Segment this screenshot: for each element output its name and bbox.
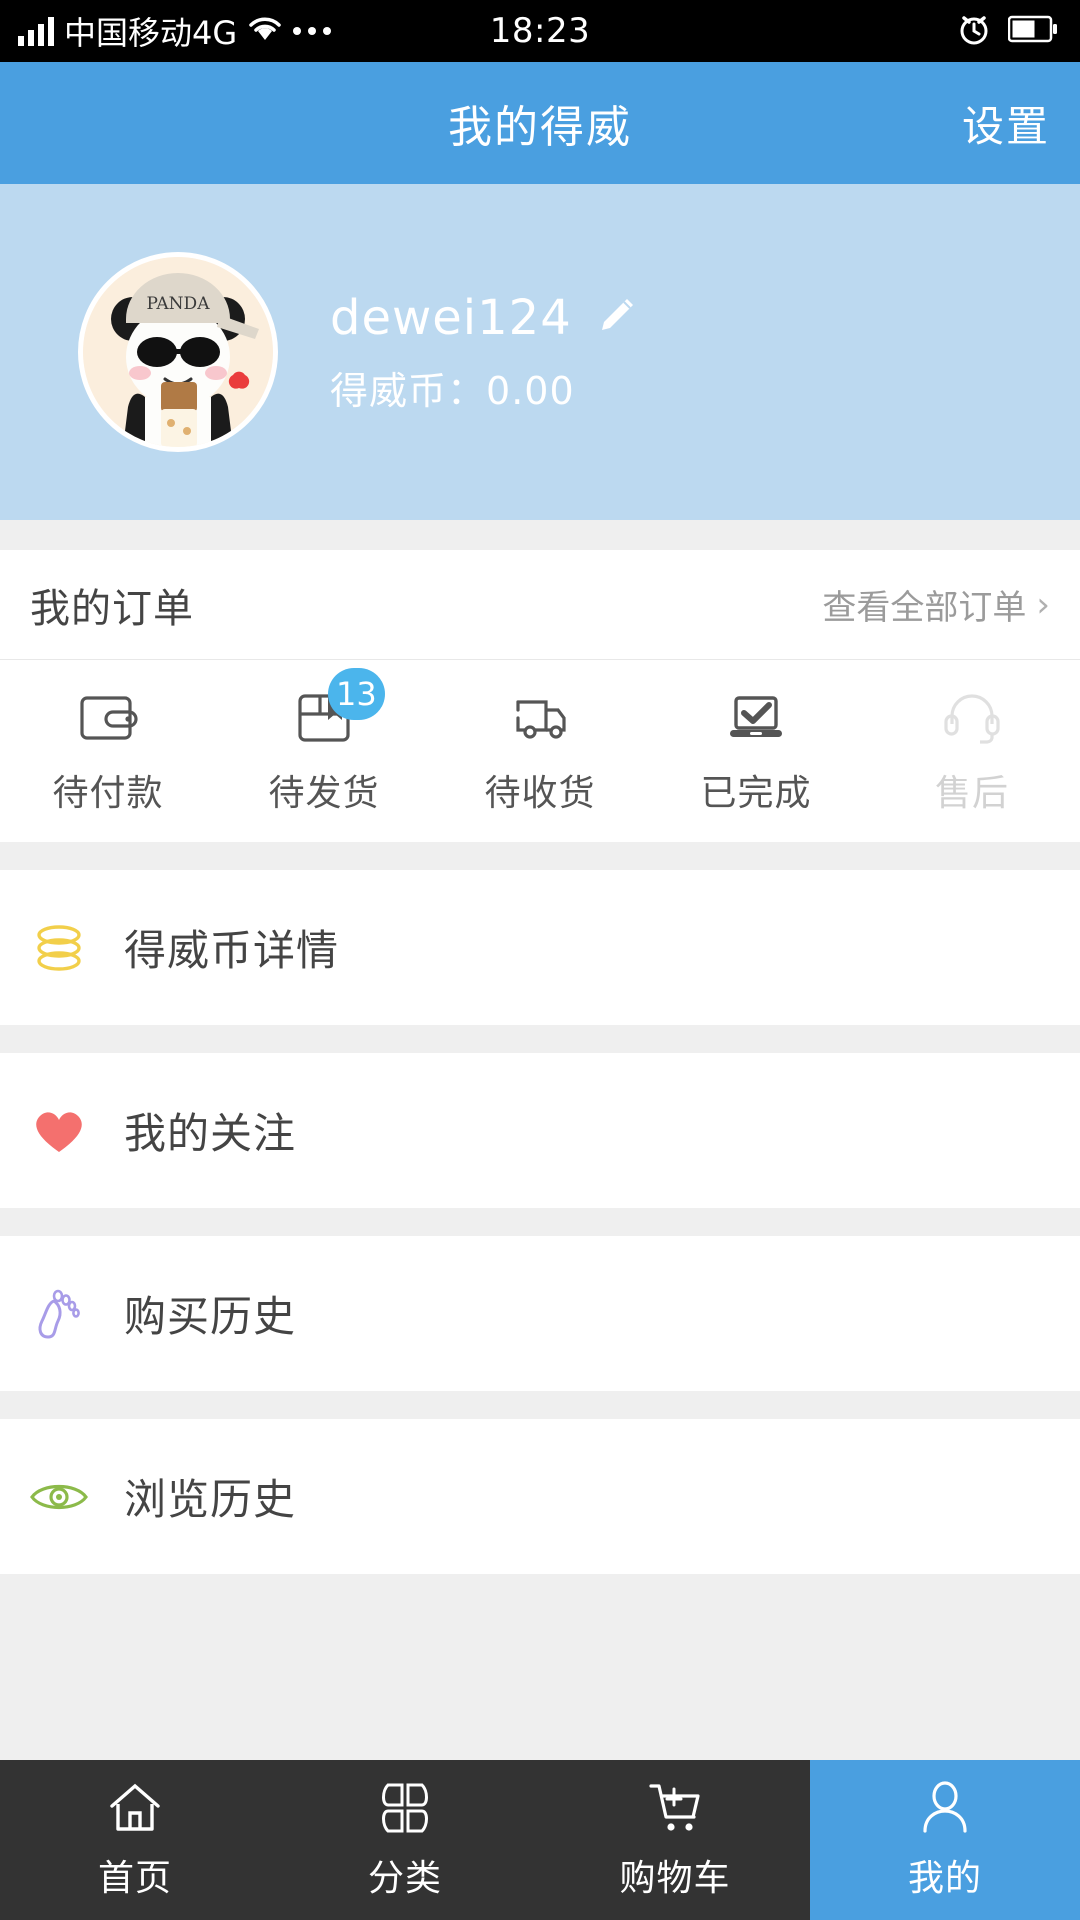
view-all-orders-label: 查看全部订单 [822,588,1027,628]
order-status-pending-payment[interactable]: 待付款 [0,660,216,842]
home-icon [106,1779,164,1837]
category-grid-icon [376,1779,434,1837]
tab-home[interactable]: 首页 [0,1760,270,1920]
wallet-icon [76,686,140,750]
menu-item-browse-history[interactable]: 浏览历史 [0,1419,1080,1574]
section-gap [0,1025,1080,1053]
tab-label: 分类 [367,1858,442,1899]
svg-text:PANDA: PANDA [147,294,211,314]
heart-icon [28,1100,90,1162]
menu-item-label: 购买历史 [124,1292,297,1341]
status-bar-right [956,0,1058,62]
coins-row: 得威币：0.00 [330,360,638,415]
app-header: 我的得威 设置 [0,62,1080,184]
username-label: dewei124 [330,289,572,346]
orders-card: 我的订单 查看全部订单 › 待付款 13 待发货 待收货 已完成 售后 [0,550,1080,842]
battery-icon [1007,14,1058,48]
tab-label: 我的 [907,1858,982,1899]
section-gap [0,1391,1080,1419]
coin-stack-icon [28,917,90,979]
order-status-label: 待付款 [52,773,164,814]
headset-icon [940,686,1004,750]
status-bar: 中国移动4G 18:23 [0,0,1080,62]
tab-mine[interactable]: 我的 [810,1760,1080,1920]
panda-avatar[interactable]: PANDA [78,252,278,452]
section-gap [0,842,1080,870]
section-gap [0,1208,1080,1236]
menu-item-my-favorites[interactable]: 我的关注 [0,1053,1080,1208]
menu-item-label: 我的关注 [124,1109,297,1158]
delivery-truck-icon [508,686,572,750]
tab-label: 购物车 [619,1858,731,1899]
order-status-label: 待发货 [268,773,380,814]
profile-section: PANDA dewei124 得威币：0.00 [0,184,1080,520]
order-status-pending-receipt[interactable]: 待收货 [432,660,648,842]
tab-label: 首页 [97,1858,172,1899]
section-gap [0,520,1080,550]
bottom-tab-bar: 首页 分类 购物车 我的 [0,1760,1080,1920]
order-status-label: 已完成 [700,773,812,814]
coins-label: 得威币： [330,368,487,413]
eye-icon [28,1466,90,1528]
username-row[interactable]: dewei124 [330,290,638,346]
shopping-cart-icon [646,1779,704,1837]
settings-button[interactable]: 设置 [962,62,1050,184]
view-all-orders-button[interactable]: 查看全部订单 › [822,580,1050,629]
order-status-after-sales[interactable]: 售后 [864,660,1080,842]
order-badge: 13 [328,668,385,720]
orders-title: 我的订单 [30,585,194,632]
pencil-edit-icon[interactable] [594,294,638,342]
menu-item-purchase-history[interactable]: 购买历史 [0,1236,1080,1391]
coins-value: 0.00 [486,368,575,413]
footprint-icon [28,1283,90,1345]
clock-label: 18:23 [489,11,591,51]
profile-info: dewei124 得威币：0.00 [330,290,638,415]
orders-header: 我的订单 查看全部订单 › [0,550,1080,660]
order-status-completed[interactable]: 已完成 [648,660,864,842]
menu-item-coin-detail[interactable]: 得威币详情 [0,870,1080,1025]
package-box-icon: 13 [292,668,385,750]
order-status-pending-shipment[interactable]: 13 待发货 [216,660,432,842]
orders-status-row: 待付款 13 待发货 待收货 已完成 售后 [0,660,1080,842]
menu-item-label: 得威币详情 [124,926,340,975]
tab-category[interactable]: 分类 [270,1760,540,1920]
page-title: 我的得威 [448,102,632,153]
menu-item-label: 浏览历史 [124,1475,297,1524]
alarm-clock-icon [956,11,992,51]
tab-cart[interactable]: 购物车 [540,1760,810,1920]
chevron-right-icon: › [1036,584,1050,625]
laptop-check-icon [724,686,788,750]
order-status-label: 售后 [934,773,1009,814]
order-status-label: 待收货 [484,773,596,814]
person-icon [916,1779,974,1837]
